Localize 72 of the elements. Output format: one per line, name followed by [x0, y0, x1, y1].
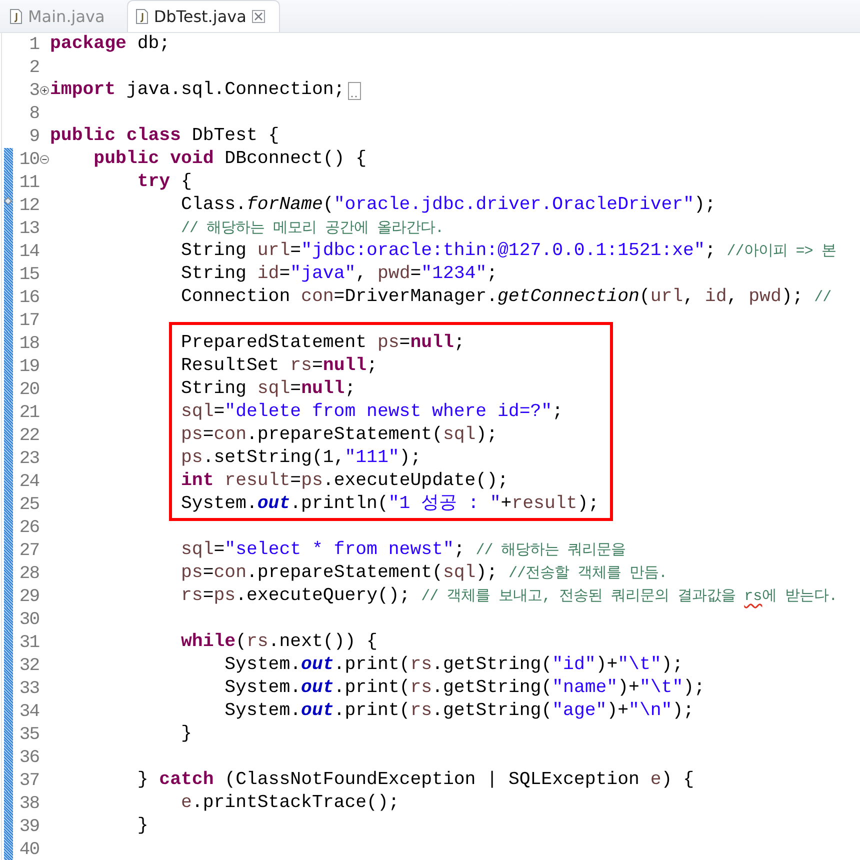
code-line: ResultSet rs=null; — [180, 355, 378, 378]
line-number: 3 — [28, 80, 39, 100]
code-line: // 해당하는 메모리 공간에 올라간다. — [180, 219, 444, 239]
code-line: Connection con=DriverManager.getConnection(url, id, pwd); // — [180, 286, 832, 309]
code-line: public class DbTest { — [50, 125, 280, 148]
code-line: e.printStackTrace(); — [180, 792, 400, 815]
line-number: 19 — [18, 356, 39, 376]
code-line: PreparedStatement ps=null; — [180, 332, 465, 355]
line-number: 10 — [18, 150, 39, 170]
java-file-icon — [136, 9, 148, 24]
line-number: 1 — [28, 34, 39, 54]
line-number: 35 — [18, 724, 39, 744]
line-number: 9 — [28, 126, 39, 146]
line-number: 11 — [18, 172, 39, 192]
line-number: 23 — [18, 448, 39, 468]
line-number: 13 — [18, 218, 39, 238]
editor-tab[interactable]: DbTest.java — [126, 0, 280, 32]
code-line: ps.setString(1,"111"); — [180, 447, 422, 470]
folded-code-icon[interactable] — [348, 82, 361, 100]
line-number: 25 — [18, 494, 39, 514]
code-line: public void DBconnect() { — [92, 148, 367, 171]
line-number: 24 — [18, 472, 39, 492]
line-number: 40 — [18, 840, 39, 860]
code-line: } — [180, 723, 192, 746]
code-line: int result=ps.executeUpdate(); — [180, 470, 508, 493]
code-line: System.out.print(rs.getString("id")+"\t"); — [224, 654, 684, 677]
expand-icon[interactable] — [40, 86, 49, 95]
line-number: 20 — [18, 380, 39, 400]
code-line: System.out.print(rs.getString("age")+"\n"); — [224, 700, 694, 723]
line-number: 2 — [28, 58, 39, 78]
code-line: String url="jdbc:oracle:thin:@127.0.0.1:1521:xe"; //아이피 => 본 — [180, 240, 836, 263]
java-file-icon — [10, 9, 22, 24]
code-line: package db; — [50, 33, 170, 56]
line-number: 31 — [18, 632, 39, 652]
code-line: } — [136, 815, 148, 838]
code-line: System.out.print(rs.getString("name")+"\t"); — [224, 677, 705, 700]
code-line: while(rs.next()) { — [180, 631, 378, 654]
line-number: 21 — [18, 402, 39, 422]
line-number: 26 — [18, 518, 39, 538]
code-line: import java.sql.Connection; — [50, 79, 345, 102]
line-number: 38 — [18, 794, 39, 814]
line-number: 15 — [18, 264, 39, 284]
code-line: } catch (ClassNotFoundException | SQLException e) { — [136, 769, 694, 792]
line-number: 28 — [18, 564, 39, 584]
line-number: 37 — [18, 770, 39, 790]
line-number: 22 — [18, 426, 39, 446]
line-number: 39 — [18, 816, 39, 836]
line-number: 18 — [18, 334, 39, 354]
code-line: sql="delete from newst where id=?"; — [180, 401, 564, 424]
close-icon[interactable] — [252, 10, 266, 23]
code-line: String id="java", pwd="1234"; — [180, 263, 498, 286]
code-line: sql="select * from newst"; // 해당하는 쿼리문을 — [180, 539, 626, 562]
collapse-icon[interactable] — [40, 155, 49, 164]
code-line: String sql=null; — [180, 378, 356, 401]
line-number: 30 — [18, 610, 39, 630]
line-number: 14 — [18, 242, 39, 262]
line-number: 34 — [18, 702, 39, 722]
line-number: 36 — [18, 748, 39, 768]
code-line: ps=con.prepareStatement(sql); — [180, 424, 498, 447]
line-number: 29 — [18, 586, 39, 606]
line-number: 16 — [18, 288, 39, 308]
line-number: 12 — [18, 196, 39, 216]
code-line: ps=con.prepareStatement(sql); //전송할 객체를 만듬. — [180, 562, 667, 585]
line-number: 27 — [18, 540, 39, 560]
line-number: 32 — [18, 656, 39, 676]
code-line: try { — [136, 171, 192, 194]
line-number: 17 — [18, 310, 39, 330]
code-line: Class.forName("oracle.jdbc.driver.OracleDriver"); — [180, 194, 716, 217]
line-number: 33 — [18, 678, 39, 698]
code-line: System.out.println("1 성공 : "+result); — [180, 493, 600, 516]
line-number: 8 — [28, 104, 39, 124]
code-line: rs=ps.executeQuery(); // 객체를 보내고, 전송된 쿼리문의 결과값을 rs에 받는다. — [180, 585, 838, 608]
